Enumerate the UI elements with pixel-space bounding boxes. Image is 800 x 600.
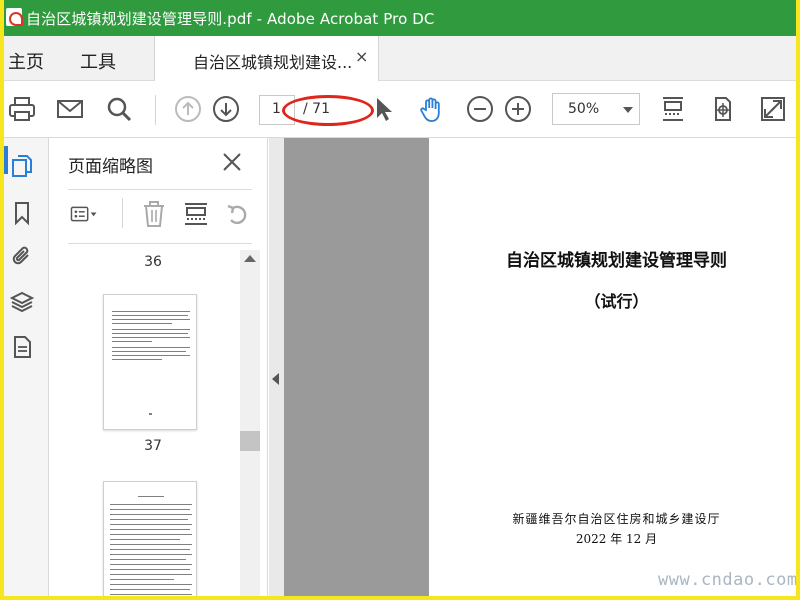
mail-icon[interactable] bbox=[56, 95, 84, 123]
thumbnails-panel: 页面缩略图 36 37 bbox=[50, 138, 268, 596]
search-icon[interactable] bbox=[105, 95, 133, 123]
document-subtitle: （试行） bbox=[584, 292, 649, 311]
document-tab-label: 自治区城镇规划建设... bbox=[193, 53, 353, 72]
hand-icon[interactable] bbox=[418, 95, 446, 123]
app-window: 自治区城镇规划建设管理导则.pdf - Adobe Acrobat Pro DC… bbox=[0, 0, 800, 600]
bookmark-icon[interactable] bbox=[10, 201, 34, 225]
close-icon[interactable] bbox=[221, 151, 243, 173]
panel-title: 页面缩略图 bbox=[68, 157, 153, 177]
thumbnail-list: 36 37 bbox=[68, 251, 258, 596]
print-icon[interactable] bbox=[8, 95, 36, 123]
document-viewport[interactable]: 自治区城镇规划建设管理导则 （试行） 新疆维吾尔自治区住房和城乡建设厅 2022… bbox=[284, 138, 796, 596]
tab-tools[interactable]: 工具 bbox=[80, 48, 116, 74]
page-down-icon[interactable] bbox=[212, 95, 240, 123]
attachment-icon[interactable] bbox=[10, 244, 34, 268]
thumbnail-label: 37 bbox=[144, 438, 162, 454]
fit-page-icon[interactable] bbox=[659, 95, 687, 123]
acrobat-app-icon bbox=[6, 8, 23, 26]
layers-icon[interactable] bbox=[10, 290, 34, 314]
document-tab[interactable]: 自治区城镇规划建设... × bbox=[154, 36, 379, 81]
document-organization: 新疆维吾尔自治区住房和城乡建设厅 bbox=[512, 512, 721, 526]
zoom-out-icon[interactable] bbox=[466, 95, 494, 123]
tab-home[interactable]: 主页 bbox=[8, 48, 44, 74]
thumbnail-options-icon[interactable] bbox=[70, 200, 98, 228]
document-page: 自治区城镇规划建设管理导则 （试行） 新疆维吾尔自治区住房和城乡建设厅 2022… bbox=[429, 138, 796, 596]
toolbar: 1 / 71 50% bbox=[4, 81, 796, 138]
undo-icon[interactable] bbox=[224, 200, 252, 228]
red-highlight-ellipse bbox=[282, 95, 374, 126]
zoom-value: 50% bbox=[568, 101, 600, 117]
document-icon[interactable] bbox=[10, 335, 34, 359]
select-cursor-icon[interactable] bbox=[370, 95, 398, 123]
collapse-left-icon[interactable] bbox=[272, 373, 279, 385]
trash-icon[interactable] bbox=[140, 200, 168, 228]
rotate-page-icon[interactable] bbox=[709, 95, 737, 123]
page-up-icon[interactable] bbox=[174, 95, 202, 123]
zoom-in-icon[interactable] bbox=[504, 95, 532, 123]
thumbnail-page-37[interactable] bbox=[103, 294, 197, 430]
divider bbox=[68, 243, 252, 244]
pages-icon[interactable] bbox=[10, 154, 34, 178]
divider bbox=[68, 189, 252, 190]
window-title: 自治区城镇规划建设管理导则.pdf - Adobe Acrobat Pro DC bbox=[26, 10, 435, 28]
active-indicator bbox=[4, 146, 8, 174]
fullscreen-icon[interactable] bbox=[759, 95, 787, 123]
document-title: 自治区城镇规划建设管理导则 bbox=[506, 251, 727, 271]
panel-collapse-gutter[interactable] bbox=[269, 138, 284, 596]
scroll-up-icon[interactable] bbox=[244, 255, 256, 262]
left-rail bbox=[4, 138, 49, 596]
thumbnail-scrollbar[interactable] bbox=[240, 250, 260, 596]
chevron-down-icon bbox=[623, 107, 633, 113]
thumbnail-page-38[interactable] bbox=[103, 481, 197, 596]
top-nav: 主页 工具 自治区城镇规划建设... × bbox=[4, 36, 796, 81]
title-bar: 自治区城镇规划建设管理导则.pdf - Adobe Acrobat Pro DC bbox=[4, 0, 796, 36]
toolbar-separator bbox=[155, 95, 156, 125]
panel-separator bbox=[122, 198, 123, 228]
zoom-select[interactable]: 50% bbox=[552, 93, 640, 125]
scroll-thumb[interactable] bbox=[240, 431, 260, 451]
insert-page-icon[interactable] bbox=[182, 200, 210, 228]
thumbnail-label: 36 bbox=[144, 254, 162, 270]
close-tab-icon[interactable]: × bbox=[355, 47, 368, 66]
watermark: www.cndao.com bbox=[658, 570, 798, 590]
document-date: 2022 年 12 月 bbox=[575, 532, 658, 546]
